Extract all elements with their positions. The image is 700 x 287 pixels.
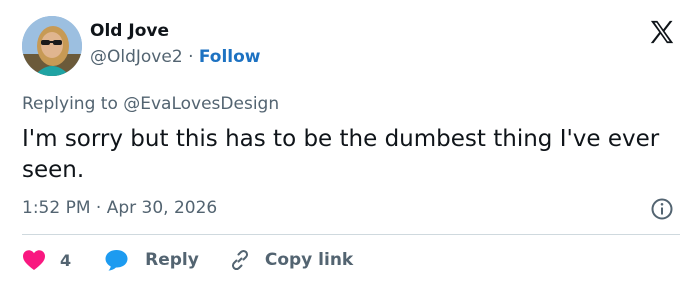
author-handle[interactable]: @OldJove2 — [90, 47, 183, 67]
tweet-time: 1:52 PM — [22, 198, 91, 218]
replying-to: Replying to @EvaLovesDesign — [22, 94, 279, 114]
heart-icon — [23, 250, 45, 270]
tweet-text: I'm sorry but this has to be the dumbest… — [22, 126, 660, 183]
follow-button[interactable]: Follow — [199, 47, 261, 67]
tweet-date: Apr 30, 2026 — [106, 198, 218, 218]
tweet-header: Old Jove @OldJove2 · Follow — [22, 16, 682, 80]
tweet-actions: 4 Reply Copy link — [22, 246, 353, 274]
info-icon[interactable] — [650, 197, 674, 221]
author-display-name[interactable]: Old Jove — [90, 20, 261, 42]
like-button[interactable]: 4 — [22, 249, 71, 271]
tweet-timestamp[interactable]: 1:52 PM · Apr 30, 2026 — [22, 198, 217, 218]
divider — [22, 234, 680, 235]
link-icon — [231, 249, 248, 271]
date-separator: · — [95, 198, 102, 218]
reply-button[interactable]: Reply — [104, 248, 199, 272]
replying-to-handle[interactable]: @EvaLovesDesign — [123, 94, 279, 114]
author-info: Old Jove @OldJove2 · Follow — [90, 20, 261, 69]
reply-label: Reply — [145, 250, 199, 270]
speech-bubble-icon — [105, 250, 128, 271]
copy-link-label: Copy link — [264, 250, 354, 270]
avatar-photo — [22, 16, 82, 76]
x-logo-icon[interactable] — [648, 18, 676, 46]
avatar[interactable] — [22, 16, 82, 76]
copy-link-button[interactable]: Copy link — [228, 248, 353, 272]
like-count: 4 — [60, 250, 72, 270]
author-handle-row: @OldJove2 · Follow — [90, 45, 261, 69]
replying-to-prefix: Replying to — [22, 94, 118, 114]
handle-separator: · — [188, 47, 194, 67]
